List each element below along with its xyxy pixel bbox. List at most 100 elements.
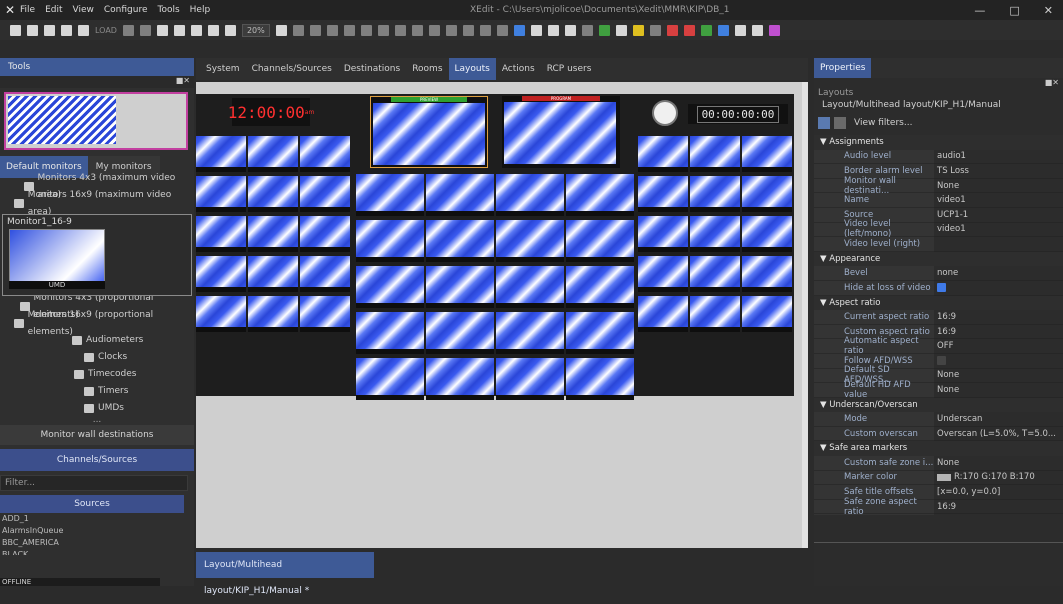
monitor-tile[interactable] — [638, 296, 688, 332]
meter-icon[interactable] — [598, 24, 610, 36]
monitor-tile[interactable] — [300, 176, 350, 212]
property-row[interactable]: Monitor wall destinati... None — [814, 176, 1063, 196]
canvas-scrollbar[interactable] — [802, 82, 808, 548]
align-top-icon[interactable] — [411, 24, 423, 36]
property-row[interactable]: Automatic aspect ratio OFF — [814, 336, 1063, 356]
monitor-tile[interactable] — [690, 216, 740, 252]
property-value[interactable] — [934, 353, 1063, 369]
monitor-tile[interactable] — [356, 358, 424, 400]
property-value[interactable]: None — [934, 456, 1063, 471]
monitor-tile[interactable] — [426, 220, 494, 262]
load-button[interactable]: LOAD — [95, 26, 117, 35]
menu-file[interactable]: File — [20, 5, 35, 15]
monitor-tile[interactable] — [742, 216, 792, 252]
preview-monitor[interactable]: PREVIEW — [370, 96, 488, 168]
property-value[interactable]: None — [934, 383, 1063, 398]
collapse-icon[interactable]: ▼ — [820, 443, 829, 453]
property-value[interactable]: none — [934, 266, 1063, 281]
flag-icon[interactable] — [700, 24, 712, 36]
monitor-tile[interactable] — [356, 220, 424, 262]
layout-thumbnail[interactable] — [4, 92, 188, 150]
tree-item-monitors-16x9-max[interactable]: Monitors 16x9 (maximum video area) — [0, 190, 194, 217]
property-value[interactable]: video1 — [934, 193, 1063, 208]
collapse-icon[interactable]: ▼ — [820, 400, 829, 410]
maximize-button[interactable]: □ — [1009, 4, 1019, 17]
distribute-v-icon[interactable] — [360, 24, 372, 36]
send-back-icon[interactable] — [496, 24, 508, 36]
program-monitor[interactable]: PROGRAM — [502, 96, 620, 168]
property-value[interactable] — [934, 237, 1063, 252]
monitor-tile[interactable] — [248, 216, 298, 252]
monitor-tile[interactable] — [196, 136, 246, 172]
properties-tab[interactable]: Properties — [814, 58, 872, 78]
pencil-tool-icon[interactable] — [564, 24, 576, 36]
audio-icon[interactable] — [581, 24, 593, 36]
monitor-tile[interactable] — [300, 216, 350, 252]
tree-item-clocks[interactable]: Clocks — [0, 349, 194, 366]
paste-icon[interactable] — [190, 24, 202, 36]
monitor-tile[interactable] — [248, 296, 298, 332]
collapse-icon[interactable]: ▼ — [820, 254, 829, 264]
property-value[interactable] — [934, 280, 1063, 296]
monitor-tile[interactable] — [496, 266, 564, 308]
monitor-tile[interactable] — [248, 136, 298, 172]
monitor-tile[interactable] — [496, 220, 564, 262]
menu-tools[interactable]: Tools — [157, 5, 179, 15]
label-icon[interactable] — [751, 24, 763, 36]
property-value[interactable]: OFF — [934, 339, 1063, 354]
property-section-header[interactable]: ▼ Underscan/Overscan — [814, 397, 1063, 413]
open-folder-icon[interactable] — [27, 24, 38, 36]
text-icon[interactable] — [734, 24, 746, 36]
property-value[interactable]: [x=0.0, y=0.0] — [934, 485, 1063, 500]
bars-icon[interactable] — [632, 24, 644, 36]
property-section-header[interactable]: ▼ Assignments — [814, 135, 1063, 150]
source-item[interactable]: BLACK — [0, 549, 194, 555]
source-item[interactable]: ADD_1 — [0, 513, 194, 525]
align-center-icon[interactable] — [445, 24, 457, 36]
monitor-tile[interactable] — [638, 176, 688, 212]
redo-icon[interactable] — [139, 24, 151, 36]
minimize-button[interactable]: — — [974, 4, 985, 17]
property-row[interactable]: Audio level audio1 — [814, 149, 1063, 165]
property-value[interactable]: Overscan (L=5.0%, T=5.0... — [934, 426, 1063, 442]
property-row[interactable]: Hide at loss of video — [814, 280, 1063, 296]
tab-actions[interactable]: Actions — [496, 58, 541, 80]
monitor-tile[interactable] — [196, 296, 246, 332]
monitor-tile[interactable] — [300, 296, 350, 332]
menu-view[interactable]: View — [73, 5, 94, 15]
property-value[interactable]: Underscan — [934, 412, 1063, 427]
undo-icon[interactable] — [122, 24, 134, 36]
record-icon[interactable] — [666, 24, 678, 36]
monitor-tile[interactable] — [690, 136, 740, 172]
property-section-header[interactable]: ▼ Safe area markers — [814, 441, 1063, 457]
monitor-tile[interactable] — [690, 296, 740, 332]
edit-alt-icon[interactable] — [78, 24, 89, 36]
menu-edit[interactable]: Edit — [45, 5, 62, 15]
monitor-tile[interactable] — [496, 312, 564, 354]
monitor-tile[interactable] — [566, 266, 634, 308]
align-middle-icon[interactable] — [462, 24, 474, 36]
monitor-tile[interactable] — [248, 256, 298, 292]
bring-front-icon[interactable] — [479, 24, 491, 36]
menu-help[interactable]: Help — [190, 5, 211, 15]
checkbox[interactable] — [937, 283, 946, 293]
source-item[interactable]: AlarmsInQueue — [0, 525, 194, 537]
cut-icon[interactable] — [156, 24, 168, 36]
same-width-icon[interactable] — [377, 24, 389, 36]
monitor-tile[interactable] — [742, 136, 792, 172]
property-section-header[interactable]: ▼ Aspect ratio — [814, 295, 1063, 311]
monitor-tile[interactable] — [196, 256, 246, 292]
copy-icon[interactable] — [173, 24, 185, 36]
close-panel-icon[interactable]: ■✕ — [1045, 78, 1059, 87]
monitor-tile[interactable] — [638, 136, 688, 172]
property-value[interactable]: 16:9 — [934, 499, 1063, 515]
checkbox[interactable] — [937, 356, 946, 366]
property-value[interactable]: UCP1-1 — [934, 207, 1063, 223]
monitor-tile[interactable] — [496, 174, 564, 216]
monitor-tile[interactable] — [356, 174, 424, 216]
monitor-tile[interactable] — [690, 256, 740, 292]
property-section-header[interactable]: ▼ Appearance — [814, 251, 1063, 267]
property-row[interactable]: Marker color R:170 G:170 B:170 — [814, 470, 1063, 486]
property-row[interactable]: Video level (left/mono) video1 — [814, 219, 1063, 239]
monitor-wall-destinations-header[interactable]: Monitor wall destinations — [0, 425, 194, 445]
